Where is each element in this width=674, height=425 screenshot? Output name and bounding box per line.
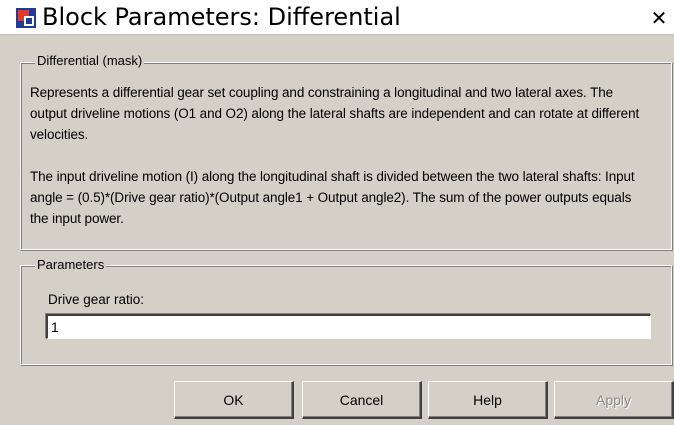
- parameters-group-legend: Parameters: [35, 257, 107, 273]
- drive-gear-ratio-label: Drive gear ratio:: [48, 292, 145, 307]
- description-paragraph: Represents a differential gear set coupl…: [30, 85, 640, 142]
- window-title: Block Parameters: Differential: [42, 3, 401, 31]
- description-paragraph: The input driveline motion (I) along the…: [30, 169, 635, 226]
- title-bar: Block Parameters: Differential ✕: [0, 0, 674, 35]
- apply-button: Apply: [554, 381, 674, 419]
- ok-button[interactable]: OK: [174, 381, 294, 419]
- mask-description: Represents a differential gear set coupl…: [30, 82, 650, 229]
- close-icon[interactable]: ✕: [650, 8, 668, 28]
- mask-group-legend: Differential (mask): [35, 53, 145, 69]
- cancel-button[interactable]: Cancel: [302, 381, 422, 419]
- help-button[interactable]: Help: [428, 381, 548, 419]
- block-icon: [16, 8, 36, 28]
- drive-gear-ratio-input[interactable]: [46, 314, 651, 339]
